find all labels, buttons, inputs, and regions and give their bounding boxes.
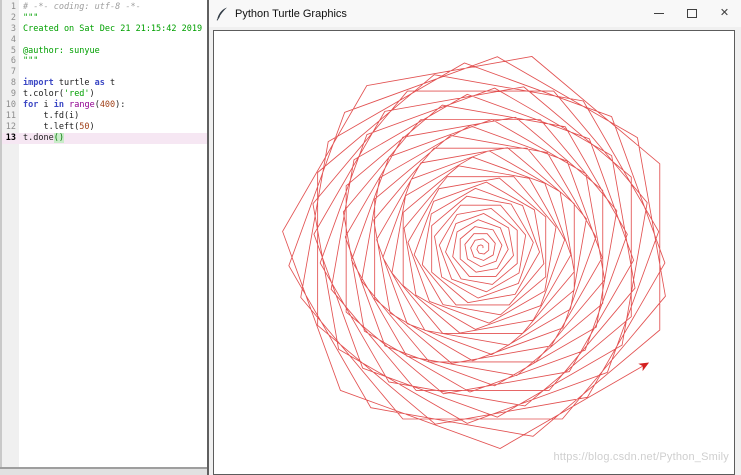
code-line[interactable]: 1 # -*- coding: utf-8 -*- [2, 2, 207, 13]
background-strip-bottom [0, 467, 207, 475]
code-text: t.color('red') [23, 89, 95, 100]
code-lines: 1 # -*- coding: utf-8 -*- 2 """ 3 Created on … [2, 2, 207, 144]
code-text: """ [23, 56, 39, 67]
minimize-button[interactable] [642, 0, 675, 27]
code-text: t.left(50) [23, 121, 95, 132]
title-bar[interactable]: Python Turtle Graphics ✕ [209, 0, 741, 27]
close-button[interactable]: ✕ [708, 0, 741, 27]
code-line[interactable]: 10 for i in range(400): [2, 100, 207, 111]
code-text: t.done() [23, 132, 64, 143]
code-line[interactable]: 4 [2, 35, 207, 46]
maximize-icon [686, 9, 697, 18]
code-text: """ [23, 12, 39, 23]
turtle-canvas: https://blog.csdn.net/Python_Smily [213, 30, 735, 475]
window-controls: ✕ [642, 0, 741, 27]
line-number: 9 [10, 89, 16, 100]
code-text: @author: sunyue [23, 45, 100, 56]
line-number: 1 [10, 2, 16, 12]
turtle-arrow-cursor [638, 362, 650, 372]
code-line[interactable]: 12 t.left(50) [2, 122, 207, 133]
watermark-text: https://blog.csdn.net/Python_Smily [553, 451, 729, 463]
code-line[interactable]: 13 t.done() [2, 132, 207, 144]
line-number: 3 [10, 23, 16, 34]
code-line[interactable]: 6 """ [2, 56, 207, 67]
code-line[interactable]: 9 t.color('red') [2, 89, 207, 100]
code-line[interactable]: 7 [2, 67, 207, 78]
code-text: # -*- coding: utf-8 -*- [23, 2, 141, 12]
code-line[interactable]: 8 import turtle as t [2, 78, 207, 89]
line-number: 4 [10, 34, 16, 45]
line-number: 6 [10, 56, 16, 67]
code-line[interactable]: 3 Created on Sat Dec 21 21:15:42 2019 [2, 24, 207, 35]
code-text: import turtle as t [23, 78, 116, 89]
line-number: 8 [10, 78, 16, 89]
code-line[interactable]: 5 @author: sunyue [2, 46, 207, 57]
minimize-icon [653, 13, 664, 14]
maximize-button[interactable] [675, 0, 708, 27]
turtle-drawing [282, 56, 666, 449]
code-line[interactable]: 11 t.fd(i) [2, 111, 207, 122]
close-icon: ✕ [719, 7, 730, 19]
line-number: 11 [5, 110, 16, 121]
line-number: 12 [5, 121, 16, 132]
feather-icon [216, 7, 227, 21]
line-number: 2 [10, 12, 16, 23]
code-line[interactable]: 2 """ [2, 13, 207, 24]
turtle-spiral-path [282, 56, 666, 449]
turtle-graphics-window: Python Turtle Graphics ✕ https://blog.cs… [207, 0, 741, 475]
code-text: Created on Sat Dec 21 21:15:42 2019 [23, 23, 203, 34]
line-number: 13 [5, 132, 16, 143]
code-text: for i in range(400): [23, 100, 126, 111]
code-editor-panel[interactable]: 1 # -*- coding: utf-8 -*- 2 """ 3 Created on … [0, 0, 207, 467]
window-title: Python Turtle Graphics [235, 7, 347, 20]
line-number: 10 [5, 100, 16, 111]
line-number: 7 [10, 67, 16, 78]
code-text: t.fd(i) [23, 110, 80, 121]
line-number: 5 [10, 45, 16, 56]
